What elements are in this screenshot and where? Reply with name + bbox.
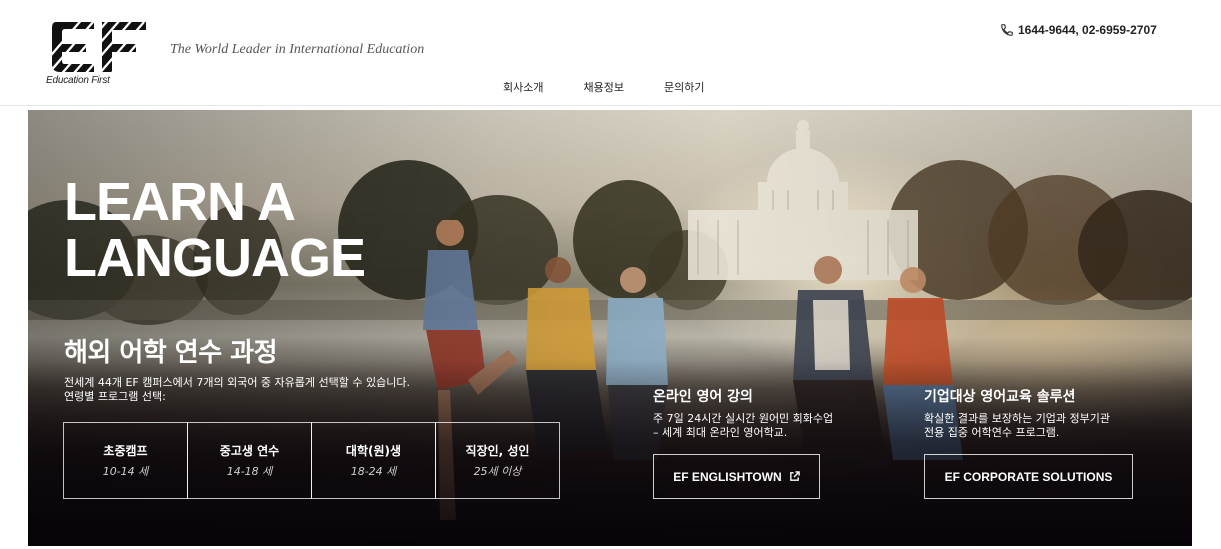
hero-banner: LEARN A LANGUAGE 해외 어학 연수 과정 전세계 44개 EF … xyxy=(28,110,1192,546)
hero-title-line2: LANGUAGE xyxy=(64,228,366,288)
corporate-desc-line2: 전용 집중 어학연수 프로그램. xyxy=(924,426,1060,439)
program-name: 중고생 연수 xyxy=(219,444,280,458)
main-nav: 회사소개 채용정보 문의하기 xyxy=(503,79,744,95)
corporate-description: 확실한 결과를 보장하는 기업과 정부기관 전용 집중 어학연수 프로그램. xyxy=(924,412,1110,440)
corporate-title: 기업대상 영어교육 솔루션 xyxy=(924,389,1076,405)
tagline: The World Leader in International Educat… xyxy=(170,42,425,57)
program-teens[interactable]: 중고생 연수 14-18 세 xyxy=(187,422,312,499)
corporate-solutions-label: EF CORPORATE SOLUTIONS xyxy=(944,469,1113,484)
ef-logo-icon xyxy=(50,16,148,76)
external-link-icon xyxy=(789,471,800,481)
online-description: 주 7일 24시간 실시간 원어민 회화수업 – 세계 최대 온라인 영어학교. xyxy=(653,412,833,440)
online-desc-line1: 주 7일 24시간 실시간 원어민 회화수업 xyxy=(653,412,834,425)
logo-text: Education First xyxy=(46,75,110,86)
program-age: 25세 이상 xyxy=(473,465,522,478)
course-description: 전세계 44개 EF 캠퍼스에서 7개의 외국어 중 자유롭게 선택할 수 있습… xyxy=(64,376,484,404)
program-name: 초중캠프 xyxy=(103,444,148,458)
hero-title-line1: LEARN A xyxy=(64,172,296,232)
program-name: 직장인, 성인 xyxy=(465,444,530,458)
program-kids-camp[interactable]: 초중캠프 10-14 세 xyxy=(63,422,188,499)
program-age: 14-18 세 xyxy=(226,465,273,478)
program-adults[interactable]: 직장인, 성인 25세 이상 xyxy=(435,422,560,499)
program-selector: 초중캠프 10-14 세 중고생 연수 14-18 세 대학(원)생 18-24… xyxy=(63,422,560,499)
course-title: 해외 어학 연수 과정 xyxy=(64,338,278,368)
course-desc-line1: 전세계 44개 EF 캠퍼스에서 7개의 외국어 중 자유롭게 선택할 수 있습… xyxy=(64,376,410,389)
online-title: 온라인 영어 강의 xyxy=(653,389,753,405)
online-desc-line2: – 세계 최대 온라인 영어학교. xyxy=(653,426,788,439)
program-university[interactable]: 대학(원)생 18-24 세 xyxy=(311,422,436,499)
hero-title: LEARN A LANGUAGE xyxy=(64,172,366,288)
nav-contact[interactable]: 문의하기 xyxy=(664,79,704,95)
phone-icon xyxy=(1001,24,1013,36)
phone-contact[interactable]: 1644-9644, 02-6959-2707 xyxy=(1000,23,1157,37)
nav-about[interactable]: 회사소개 xyxy=(503,79,543,95)
englishtown-label: EF ENGLISHTOWN xyxy=(673,469,782,484)
englishtown-button[interactable]: EF ENGLISHTOWN xyxy=(653,454,820,499)
program-age: 18-24 세 xyxy=(350,465,397,478)
corporate-solutions-button[interactable]: EF CORPORATE SOLUTIONS xyxy=(924,454,1133,499)
corporate-desc-line1: 확실한 결과를 보장하는 기업과 정부기관 xyxy=(924,412,1111,425)
course-desc-line2: 연령별 프로그램 선택: xyxy=(64,390,166,403)
phone-number: 1644-9644, 02-6959-2707 xyxy=(1018,23,1157,37)
site-header: Education First The World Leader in Inte… xyxy=(0,0,1221,106)
nav-careers[interactable]: 채용정보 xyxy=(583,79,623,95)
program-age: 10-14 세 xyxy=(102,465,149,478)
ef-logo[interactable]: Education First xyxy=(46,14,150,90)
program-name: 대학(원)생 xyxy=(345,444,402,458)
